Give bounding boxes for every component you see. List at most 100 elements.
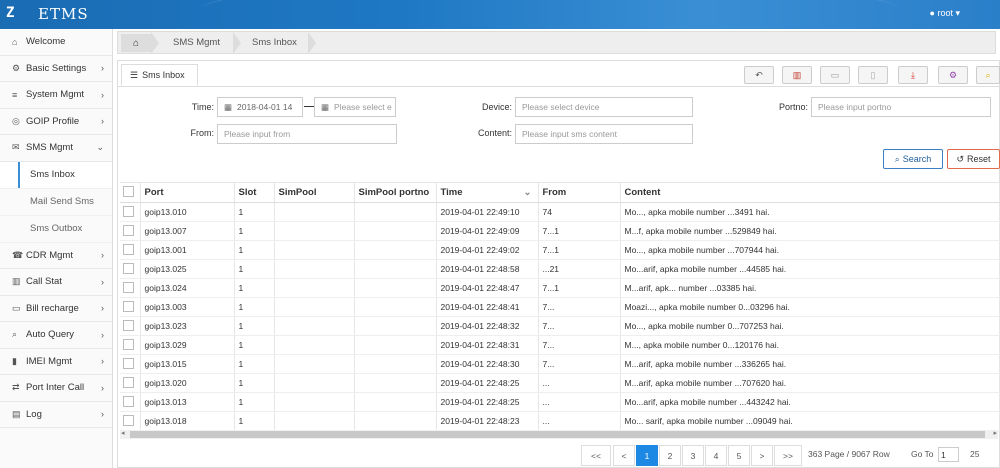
from-input[interactable]: Please input from (217, 124, 397, 144)
reset-button[interactable]: ↺ Reset (947, 149, 1000, 169)
export-button[interactable]: ⤓ (898, 66, 928, 84)
checkbox-box (123, 224, 134, 236)
table-row[interactable]: goip13.015 1 2019-04-01 22:48:30 7... M...ar… (120, 354, 1000, 374)
row-checkbox[interactable] (120, 373, 141, 393)
device-select[interactable]: Please select device (515, 97, 693, 117)
checkbox-box (123, 262, 134, 274)
search-button[interactable]: ⌕ Search (883, 149, 943, 169)
bank-button[interactable]: ▥ (782, 66, 812, 84)
time-from-input[interactable]: ▦ 2018-04-01 14 (217, 97, 303, 117)
pager-prev[interactable]: < (613, 445, 635, 466)
checkbox-box (123, 205, 134, 217)
pager-last[interactable]: >> (774, 445, 802, 466)
col-time[interactable]: Time ⌄ (436, 182, 539, 203)
sidebar-item-sms-mgmt[interactable]: ✉ SMS Mgmt ⌄ (0, 135, 112, 162)
reset-icon: ↺ (956, 153, 965, 164)
trash-icon: ▯ (870, 69, 876, 80)
pager-page-5[interactable]: 5 (728, 445, 750, 466)
table-row[interactable]: goip13.023 1 2019-04-01 22:48:32 7... Mo...,… (120, 316, 1000, 336)
col-from[interactable]: From (538, 182, 621, 203)
table-row[interactable]: goip13.013 1 2019-04-01 22:48:25... Mo...ar… (120, 392, 1000, 412)
table-row[interactable]: goip13.020 1 2019-04-01 22:48:25... M...ari… (120, 373, 1000, 393)
table-row[interactable]: goip13.018 1 2019-04-01 22:48:23... Mo... s… (120, 411, 1000, 431)
row-checkbox[interactable] (120, 221, 141, 241)
portno-input[interactable]: Please input portno (811, 97, 991, 117)
row-checkbox[interactable] (120, 316, 141, 336)
row-checkbox[interactable] (120, 335, 141, 355)
col-port[interactable]: Port (140, 182, 235, 203)
col-simpool[interactable]: SimPool (274, 182, 355, 203)
sidebar-item-basic-settings[interactable]: ⚙ Basic Settings › (0, 56, 112, 82)
horizontal-scrollbar[interactable]: ◂ ▸ (120, 430, 998, 439)
user-menu[interactable]: ● root ▾ (930, 8, 960, 19)
pager-page-4[interactable]: 4 (705, 445, 727, 466)
sidebar-item-imei-mgmt[interactable]: ▮ IMEI Mgmt › (0, 349, 112, 375)
cell-simpool-portno (354, 221, 437, 241)
row-checkbox[interactable] (120, 202, 141, 222)
time-to-input[interactable]: ▦ Please select e (314, 97, 396, 117)
row-checkbox[interactable] (120, 259, 141, 279)
content-input[interactable]: Please input sms content (515, 124, 693, 144)
goto-input[interactable]: 1 (938, 447, 959, 462)
sidebar-item-call-stat[interactable]: ▥ Call Stat › (0, 269, 112, 296)
settings-button[interactable]: ⚙ (938, 66, 968, 84)
chevron-icon: › (101, 409, 104, 420)
cell-content: Mo..., apka mobile number 0...707253 hai… (620, 316, 1000, 336)
row-checkbox[interactable] (120, 278, 141, 298)
pager-page-2[interactable]: 2 (659, 445, 681, 466)
chevron-icon: › (101, 356, 104, 367)
page-size-select[interactable]: 25 (970, 449, 979, 459)
sidebar-item-auto-query[interactable]: ⌕ Auto Query › (0, 322, 112, 349)
row-checkbox[interactable] (120, 240, 141, 260)
pager-page-3[interactable]: 3 (682, 445, 704, 466)
cell-simpool (274, 202, 355, 222)
table-row[interactable]: goip13.024 1 2019-04-01 22:48:47 7...1 M...a… (120, 278, 1000, 298)
table-row[interactable]: goip13.025 1 2019-04-01 22:48:58 ...21 Mo...… (120, 259, 1000, 279)
delete-button[interactable]: ▯ (858, 66, 888, 84)
breadcrumb-sms-mgmt[interactable]: SMS Mgmt (173, 32, 220, 53)
sidebar-item-bill-recharge[interactable]: ▭ Bill recharge › (0, 296, 112, 322)
sidebar-item-cdr-mgmt[interactable]: ☎ CDR Mgmt › (0, 243, 112, 269)
col-content[interactable]: Content (620, 182, 1000, 203)
sidebar-subitem-sms-inbox[interactable]: Sms Inbox (0, 161, 112, 189)
card-button[interactable]: ▭ (820, 66, 850, 84)
row-checkbox[interactable] (120, 392, 141, 412)
breadcrumb-sms-inbox[interactable]: Sms Inbox (252, 32, 297, 53)
back-button[interactable]: ↶ (744, 66, 774, 84)
download-icon: ⤓ (911, 69, 915, 80)
col-slot[interactable]: Slot (234, 182, 275, 203)
bank-icon: ▥ (792, 69, 802, 80)
pager-next[interactable]: > (751, 445, 773, 466)
pager-page-1[interactable]: 1 (636, 445, 658, 466)
cell-port: goip13.023 (140, 316, 235, 336)
sidebar-item-port-inter-call[interactable]: ⇄ Port Inter Call › (0, 375, 112, 402)
table-row[interactable]: goip13.001 1 2019-04-01 22:49:02 7...1 Mo...… (120, 240, 1000, 260)
tab-label: Sms Inbox (142, 70, 185, 80)
scrollbar-thumb[interactable] (130, 431, 985, 438)
row-checkbox[interactable] (120, 411, 141, 431)
cell-slot: 1 (234, 259, 275, 279)
sidebar-subitem-mail-send-sms[interactable]: Mail Send Sms (0, 189, 112, 216)
sidebar-item-log[interactable]: ▤ Log › (0, 402, 112, 428)
home-icon[interactable]: ⌂ (121, 34, 151, 52)
table-row[interactable]: goip13.003 1 2019-04-01 22:48:41 7... Moazi.… (120, 297, 1000, 317)
cell-time: 2019-04-01 22:49:09 (436, 221, 539, 241)
row-checkbox[interactable] (120, 354, 141, 374)
table-row[interactable]: goip13.007 1 2019-04-01 22:49:09 7...1 M...f… (120, 221, 1000, 241)
table-row[interactable]: goip13.010 1 2019-04-01 22:49:10 74 Mo..., a… (120, 202, 1000, 222)
table-row[interactable]: goip13.029 1 2019-04-01 22:48:31 7... M..., … (120, 335, 1000, 355)
table-header-row: Port Slot SimPool SimPool portno Time ⌄ F… (120, 182, 1000, 203)
col-simpool-portno[interactable]: SimPool portno (354, 182, 437, 203)
select-all-checkbox[interactable] (120, 182, 141, 203)
search-toggle-button[interactable]: ⌕ (976, 66, 1000, 84)
sidebar-item-goip-profile[interactable]: ◎ GOIP Profile › (0, 109, 112, 135)
cell-simpool (274, 411, 355, 431)
checkbox-box (123, 357, 134, 369)
tab-sms-inbox[interactable]: ☰ Sms Inbox (121, 64, 198, 86)
sidebar-item-system-mgmt[interactable]: ≡ System Mgmt › (0, 82, 112, 109)
cell-from: ...21 (538, 259, 621, 279)
sidebar-item-welcome[interactable]: ⌂ Welcome (0, 29, 112, 56)
row-checkbox[interactable] (120, 297, 141, 317)
sidebar-subitem-sms-outbox[interactable]: Sms Outbox (0, 216, 112, 243)
pager-first[interactable]: << (581, 445, 611, 466)
